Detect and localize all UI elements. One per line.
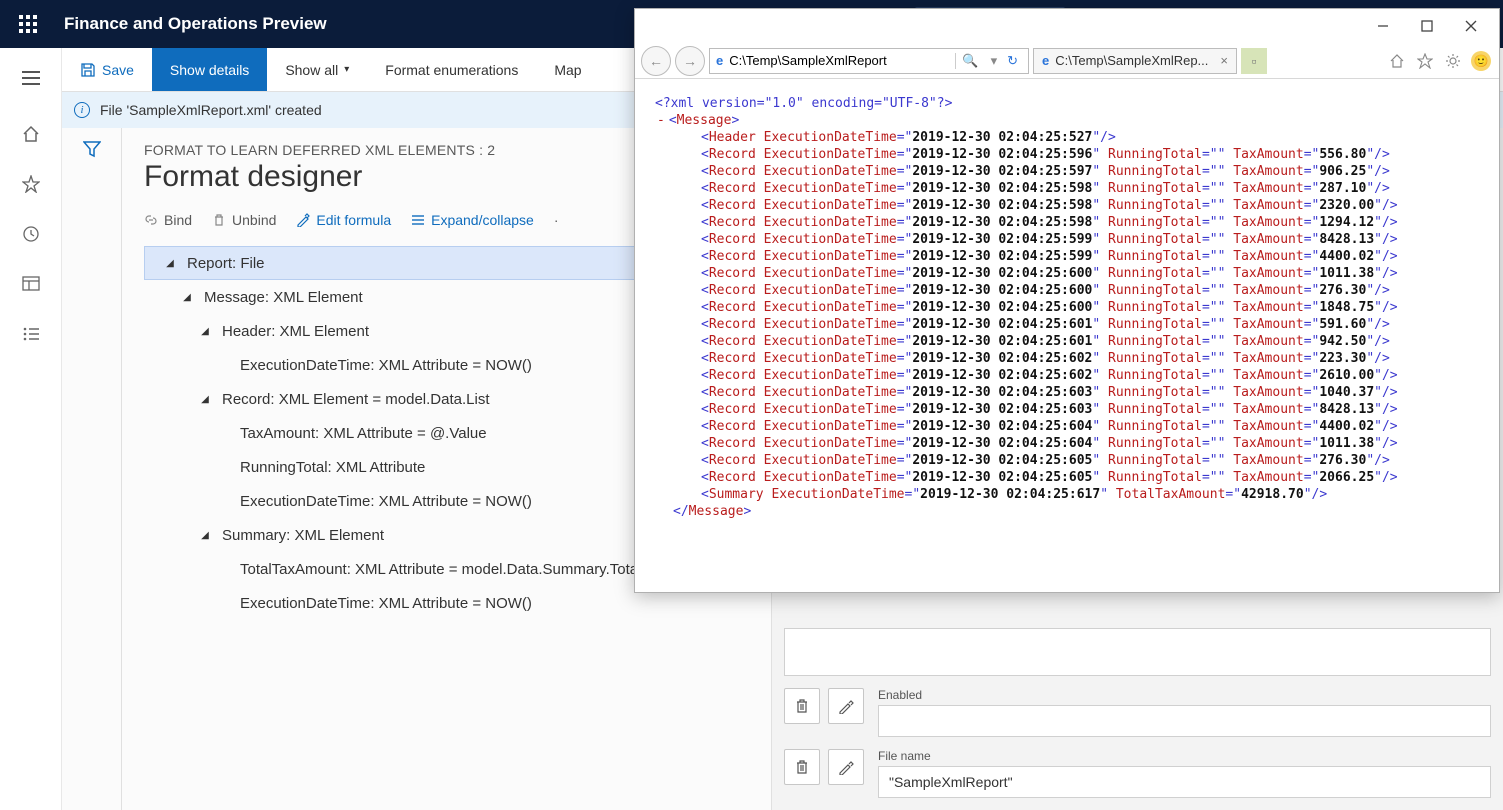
trash-icon [794,759,810,775]
app-launcher-icon[interactable] [8,4,48,44]
trash-icon [794,698,810,714]
edit-formula-button[interactable]: Edit formula [296,212,391,228]
pencil-icon [296,213,310,227]
twisty-icon[interactable]: ◢ [180,292,194,303]
tab-close-icon[interactable]: × [1220,53,1228,68]
info-icon: i [74,102,90,118]
filter-icon[interactable] [83,140,101,810]
ie-window: ← → e 🔍▾ ↻ e C:\Temp\SampleXmlRep... × ▫… [634,8,1500,593]
refresh-icon[interactable]: ↻ [1003,53,1022,69]
prop-blank-field[interactable] [784,628,1491,676]
enabled-field[interactable] [878,705,1491,737]
chevron-down-icon: ▾ [344,64,349,75]
home-icon[interactable] [1385,49,1409,73]
delete-button[interactable] [784,749,820,785]
home-icon[interactable] [17,120,45,148]
save-button[interactable]: Save [62,48,152,91]
trash-icon [212,213,226,227]
info-message: File 'SampleXmlReport.xml' created [100,102,322,118]
prop-row-filename: File name "SampleXmlReport" [772,749,1503,798]
format-enum-label: Format enumerations [385,62,518,78]
prop-row-blank [772,628,1503,676]
save-label: Save [102,62,134,78]
more-button[interactable]: · [554,212,559,228]
browser-toolbar: ← → e 🔍▾ ↻ e C:\Temp\SampleXmlRep... × ▫… [635,43,1499,79]
map-button[interactable]: Map [536,48,599,91]
save-icon [80,62,96,78]
minimize-button[interactable] [1361,11,1405,41]
browser-tab[interactable]: e C:\Temp\SampleXmlRep... × [1033,48,1237,74]
nav-rail [0,48,62,810]
hamburger-icon[interactable] [0,58,62,98]
tab-title: C:\Temp\SampleXmlRep... [1055,53,1208,68]
delete-button[interactable] [784,688,820,724]
list-icon [411,213,425,227]
twisty-icon[interactable]: ◢ [198,326,212,337]
new-tab-button[interactable]: ▫ [1241,48,1267,74]
twisty-icon[interactable]: ◢ [198,530,212,541]
forward-button[interactable]: → [675,46,705,76]
pencil-icon [838,759,854,775]
show-details-label: Show details [170,62,249,78]
expand-collapse-button[interactable]: Expand/collapse [411,212,534,228]
filter-column [62,128,122,810]
filename-field[interactable]: "SampleXmlReport" [878,766,1491,798]
edit-button[interactable] [828,749,864,785]
format-enumerations-button[interactable]: Format enumerations [367,48,536,91]
twisty-icon[interactable]: ◢ [198,394,212,405]
bind-button[interactable]: Bind [144,212,192,228]
link-icon [144,213,158,227]
favorites-icon[interactable] [17,170,45,198]
modules-icon[interactable] [17,320,45,348]
app-title: Finance and Operations Preview [64,14,327,34]
favorites-icon[interactable] [1413,49,1437,73]
close-button[interactable] [1449,11,1493,41]
tools-icon[interactable] [1441,49,1465,73]
prop-row-enabled: Enabled [772,688,1503,737]
back-button[interactable]: ← [641,46,671,76]
map-label: Map [554,62,581,78]
enabled-label: Enabled [878,688,1491,702]
address-input[interactable] [729,53,949,68]
unbind-button[interactable]: Unbind [212,212,276,228]
filename-label: File name [878,749,1491,763]
maximize-button[interactable] [1405,11,1449,41]
twisty-icon[interactable]: ◢ [163,258,177,269]
search-icon[interactable]: 🔍 [955,53,984,69]
pencil-icon [838,698,854,714]
feedback-icon[interactable]: 🙂 [1469,49,1493,73]
recent-icon[interactable] [17,220,45,248]
show-all-label: Show all [285,62,338,78]
edit-button[interactable] [828,688,864,724]
workspaces-icon[interactable] [17,270,45,298]
window-titlebar [635,9,1499,43]
ie-icon: e [1042,53,1049,68]
show-all-button[interactable]: Show all ▾ [267,48,367,91]
ie-icon: e [716,53,723,68]
show-details-button[interactable]: Show details [152,48,267,91]
xml-viewer: <?xml version="1.0" encoding="UTF-8"?>-<… [635,79,1499,592]
address-bar[interactable]: e 🔍▾ ↻ [709,48,1029,74]
